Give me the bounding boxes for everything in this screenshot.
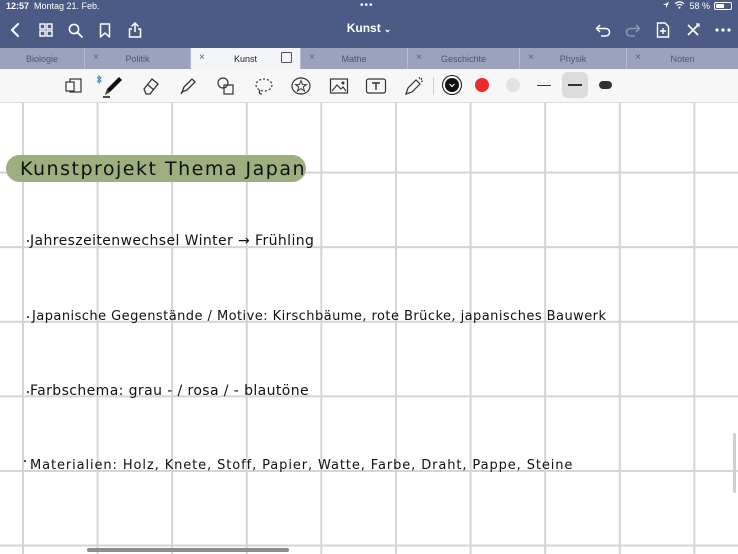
home-indicator[interactable] bbox=[87, 548, 289, 552]
highlighter-icon[interactable] bbox=[176, 74, 200, 98]
stroke-medium-line bbox=[568, 84, 582, 86]
shapes-icon[interactable] bbox=[214, 74, 238, 98]
more-icon[interactable] bbox=[714, 21, 732, 39]
tab-label: Politik bbox=[125, 53, 150, 64]
sticker-icon[interactable] bbox=[289, 74, 313, 98]
page-view-icon[interactable] bbox=[62, 74, 86, 98]
tab-bar: Biologie × Politik × Kunst × Mathe × Ges… bbox=[0, 48, 738, 69]
document-title-text[interactable]: Kunst bbox=[347, 21, 381, 35]
close-icon[interactable]: × bbox=[309, 52, 315, 63]
top-bar: 12:57 Montag 21. Feb. ••• 58 % Kunst ⌄ bbox=[0, 0, 738, 48]
status-right: 58 % bbox=[662, 1, 732, 11]
add-page-icon[interactable] bbox=[654, 21, 672, 39]
tab-label: Physik bbox=[559, 53, 587, 64]
tab-physik[interactable]: × Physik bbox=[520, 48, 627, 69]
tab-label: Mathe bbox=[341, 53, 367, 64]
location-icon bbox=[662, 1, 670, 11]
eraser-icon[interactable] bbox=[139, 74, 163, 98]
color-light-gray[interactable] bbox=[506, 78, 520, 92]
close-icon[interactable]: × bbox=[528, 52, 534, 63]
stroke-thin[interactable] bbox=[537, 85, 551, 86]
tab-label: Geschichte bbox=[440, 53, 487, 64]
tab-kunst[interactable]: × Kunst bbox=[191, 48, 301, 69]
bullet-point bbox=[27, 240, 29, 242]
note-page[interactable]: Kunstprojekt Thema Japan Jahreszeitenwec… bbox=[0, 103, 738, 554]
close-icon[interactable]: × bbox=[199, 52, 205, 63]
bullet-point bbox=[27, 316, 29, 318]
battery-icon bbox=[714, 2, 732, 10]
color-black[interactable] bbox=[445, 78, 459, 92]
bullet-point bbox=[24, 460, 26, 462]
chevron-down-icon bbox=[449, 83, 455, 88]
drawing-toolbar bbox=[0, 69, 738, 103]
tab-geschichte[interactable]: × Geschichte bbox=[408, 48, 520, 69]
image-icon[interactable] bbox=[327, 74, 351, 98]
note-line-seasons: Jahreszeitenwechsel Winter → Frühling bbox=[30, 233, 315, 249]
lasso-icon[interactable] bbox=[252, 74, 276, 98]
status-date: Montag 21. Feb. bbox=[34, 1, 100, 11]
note-line-objects: Japanische Gegenstände / Motive: Kirschb… bbox=[32, 309, 607, 324]
multitask-dots[interactable]: ••• bbox=[360, 1, 374, 11]
tab-label: Kunst bbox=[233, 53, 257, 64]
note-line-materials: Materialien: Holz, Knete, Stoff, Papier,… bbox=[30, 458, 574, 473]
bluetooth-icon bbox=[96, 71, 102, 89]
close-tools-icon[interactable] bbox=[684, 21, 702, 39]
tab-mathe[interactable]: × Mathe bbox=[301, 48, 408, 69]
tab-biologie[interactable]: Biologie bbox=[0, 48, 85, 69]
close-icon[interactable]: × bbox=[416, 52, 422, 63]
text-box-icon[interactable] bbox=[364, 74, 388, 98]
close-icon[interactable]: × bbox=[93, 52, 99, 63]
undo-icon[interactable] bbox=[594, 21, 612, 39]
stroke-thick[interactable] bbox=[599, 81, 612, 89]
close-icon[interactable]: × bbox=[635, 52, 641, 63]
stroke-medium[interactable] bbox=[562, 72, 588, 98]
toolbar-divider bbox=[433, 77, 434, 95]
tab-politik[interactable]: × Politik bbox=[85, 48, 191, 69]
redo-icon[interactable] bbox=[624, 21, 642, 39]
note-line-colors: Farbschema: grau - / rosa / - blautöne bbox=[30, 383, 310, 399]
chevron-down-icon[interactable]: ⌄ bbox=[384, 24, 392, 34]
battery-percent: 58 % bbox=[689, 1, 710, 11]
scroll-indicator[interactable] bbox=[733, 433, 736, 493]
tab-label: Noten bbox=[670, 53, 695, 64]
tab-layout-icon[interactable] bbox=[281, 52, 292, 63]
laser-pointer-icon[interactable] bbox=[402, 74, 426, 98]
pen-icon[interactable] bbox=[101, 74, 125, 98]
color-red[interactable] bbox=[475, 78, 489, 92]
note-heading: Kunstprojekt Thema Japan bbox=[20, 158, 307, 180]
tab-label: Biologie bbox=[25, 53, 59, 64]
tab-noten[interactable]: × Noten bbox=[627, 48, 738, 69]
bullet-point bbox=[27, 391, 29, 393]
wifi-icon bbox=[674, 1, 685, 11]
status-time: 12:57 bbox=[6, 1, 30, 11]
